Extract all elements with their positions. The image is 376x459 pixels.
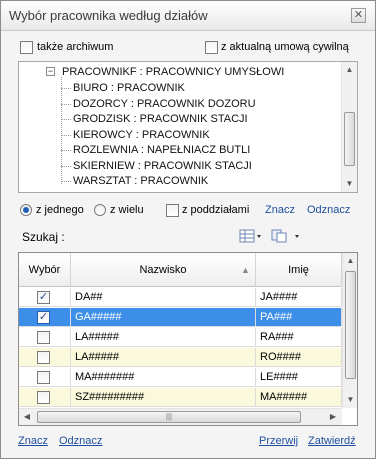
tree-connector — [61, 77, 62, 184]
table-row[interactable]: ✓ GA##### PA### — [19, 308, 342, 327]
row-select-checkbox[interactable]: ✓ — [37, 291, 50, 304]
mark-depts-link[interactable]: Znacz — [265, 204, 295, 216]
select-cell: ✓ — [19, 308, 71, 327]
column-header-name[interactable]: Imię — [256, 253, 342, 287]
surname-cell: GA##### — [71, 308, 256, 327]
tree-connector — [61, 181, 71, 182]
grid-vertical-scrollbar[interactable]: ▲ ▼ — [342, 253, 357, 408]
collapse-icon[interactable]: − — [46, 67, 55, 76]
table-row[interactable]: SZ######### MA##### — [19, 388, 342, 407]
unmark-depts-link[interactable]: Odznacz — [307, 204, 350, 216]
tree-node-department[interactable]: GRODZISK : PRACOWNIK STACJI — [73, 113, 248, 125]
grid-vscroll-thumb[interactable] — [345, 271, 356, 379]
department-tree: − PRACOWNIKF : PRACOWNICY UMYSŁOWI BIURO… — [18, 61, 358, 193]
archive-label: także archiwum — [37, 41, 114, 53]
name-cell: PA### — [256, 308, 342, 327]
employee-grid: Wybór Nazwisko ▲ Imię ✓ DA## JA#### ✓ GA####… — [18, 252, 358, 426]
confirm-link[interactable]: Zatwierdź — [308, 435, 356, 447]
civil-contract-checkbox[interactable] — [205, 41, 218, 54]
surname-cell: SZ######### — [71, 388, 256, 407]
tree-connector — [61, 103, 71, 105]
single-label: z jednego — [36, 204, 84, 216]
grid-header: Wybór Nazwisko ▲ Imię — [19, 253, 342, 287]
select-cell — [19, 368, 71, 387]
table-row[interactable]: MA####### LE#### — [19, 368, 342, 387]
row-select-checkbox[interactable] — [37, 331, 50, 344]
search-label: Szukaj : — [22, 230, 65, 244]
scroll-up-icon[interactable]: ▲ — [342, 62, 357, 78]
name-cell: MA##### — [256, 388, 342, 407]
table-row[interactable]: LA##### RA### — [19, 328, 342, 347]
tree-scroll-thumb[interactable] — [344, 112, 355, 166]
grid-horizontal-scrollbar[interactable]: ◀ ||| ▶ — [19, 408, 342, 425]
row-select-checkbox[interactable]: ✓ — [37, 311, 50, 324]
name-cell: RO#### — [256, 348, 342, 367]
tree-scrollbar[interactable]: ▲ ▼ — [341, 62, 357, 192]
tree-connector — [61, 165, 71, 167]
tree-node-department[interactable]: WARSZTAT : PRACOWNIK — [73, 175, 208, 187]
tree-node-department[interactable]: DOZORCY : PRACOWNIK DOZORU — [73, 98, 256, 110]
tree-node-department[interactable]: KIEROWCY : PRACOWNIK — [73, 129, 210, 141]
close-icon[interactable]: ✕ — [351, 8, 366, 23]
name-cell: LE#### — [256, 368, 342, 387]
column-header-surname[interactable]: Nazwisko ▲ — [71, 253, 256, 287]
employee-picker-window: Wybór pracownika według działów ✕ także … — [0, 0, 376, 459]
row-select-checkbox[interactable] — [37, 371, 50, 384]
mark-all-link[interactable]: Znacz — [18, 435, 48, 447]
cancel-link[interactable]: Przerwij — [259, 435, 298, 447]
surname-cell: LA##### — [71, 348, 256, 367]
tree-connector — [61, 119, 71, 120]
select-cell — [19, 328, 71, 347]
multi-label: z wielu — [110, 204, 144, 216]
unmark-all-link[interactable]: Odznacz — [59, 435, 102, 447]
archive-checkbox[interactable] — [20, 41, 33, 54]
row-select-checkbox[interactable] — [37, 391, 50, 404]
window-title: Wybór pracownika według działów — [9, 8, 208, 23]
scroll-right-icon[interactable]: ▶ — [325, 409, 341, 425]
title-bar: Wybór pracownika według działów ✕ — [1, 1, 375, 31]
surname-cell: MA####### — [71, 368, 256, 387]
multi-radio[interactable] — [94, 204, 106, 216]
scroll-down-icon[interactable]: ▼ — [342, 176, 357, 192]
column-header-select[interactable]: Wybór — [19, 253, 71, 287]
surname-cell: LA##### — [71, 328, 256, 347]
tree-node-root[interactable]: PRACOWNIKF : PRACOWNICY UMYSŁOWI — [62, 66, 284, 78]
select-cell — [19, 348, 71, 367]
select-cell — [19, 388, 71, 407]
tree-node-department[interactable]: BIURO : PRACOWNIK — [73, 82, 185, 94]
name-cell: RA### — [256, 328, 342, 347]
scroll-left-icon[interactable]: ◀ — [19, 409, 35, 425]
civil-contract-label: z aktualną umową cywilną — [221, 41, 349, 53]
tree-connector — [61, 150, 71, 151]
sort-asc-icon: ▲ — [241, 265, 250, 275]
grid-scroll-down-icon[interactable]: ▼ — [343, 392, 357, 408]
name-cell: JA#### — [256, 288, 342, 307]
grid-hscroll-thumb[interactable]: ||| — [37, 411, 301, 423]
table-row[interactable]: ✓ DA## JA#### — [19, 288, 342, 307]
surname-cell: DA## — [71, 288, 256, 307]
tree-connector — [61, 88, 71, 89]
subdepartments-label: z poddziałami — [182, 204, 250, 216]
subdepartments-checkbox[interactable] — [166, 204, 179, 217]
select-cell: ✓ — [19, 288, 71, 307]
search-input[interactable] — [81, 226, 231, 246]
table-row[interactable]: LA##### RO#### — [19, 348, 342, 367]
grid-layout-icon[interactable] — [239, 229, 263, 245]
grid-scroll-up-icon[interactable]: ▲ — [343, 253, 357, 269]
copy-export-icon[interactable] — [271, 229, 303, 245]
tree-node-department[interactable]: SKIERNIEW : PRACOWNIK STACJI — [73, 160, 252, 172]
tree-connector — [61, 134, 71, 136]
single-radio[interactable] — [20, 204, 32, 216]
row-select-checkbox[interactable] — [37, 351, 50, 364]
tree-node-department[interactable]: ROZLEWNIA : NAPEŁNIACZ BUTLI — [73, 144, 250, 156]
column-header-surname-label: Nazwisko — [139, 264, 187, 276]
